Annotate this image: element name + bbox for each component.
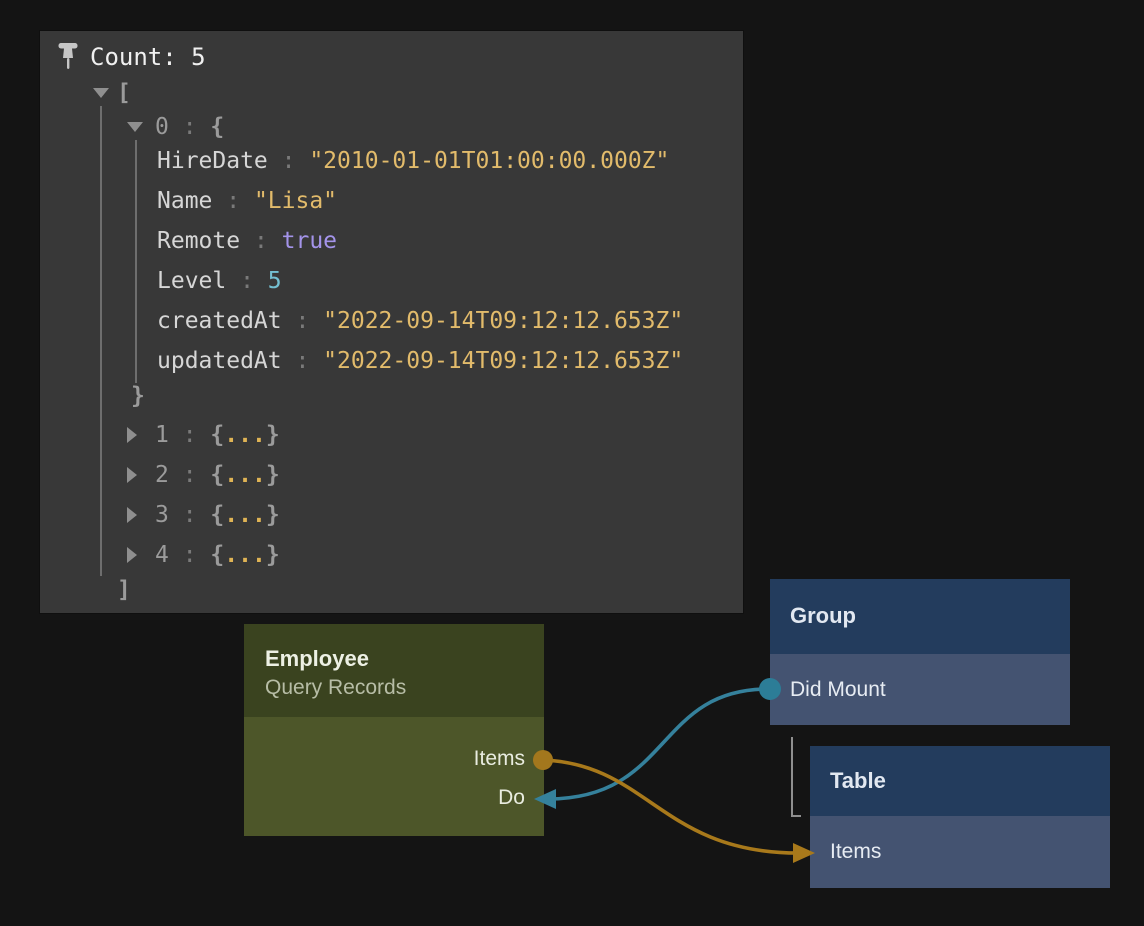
tree-segment-punct: { (210, 422, 224, 448)
tree-row-collapsed-object[interactable]: 3 : {...} (155, 501, 280, 529)
tree-segment-punct: } (266, 502, 280, 528)
tree-segment-punct: } (131, 383, 145, 409)
tree-segment-key: Remote (157, 228, 240, 254)
employee-do-input[interactable]: Do (498, 786, 525, 810)
node-group[interactable]: Group Did Mount (770, 579, 1070, 725)
tree-segment-index: 2 (155, 462, 169, 488)
table-node-body: Items (810, 816, 1110, 888)
tree-segment-colon: : (169, 422, 211, 448)
node-canvas[interactable]: Count: 5 [0 : { HireDate : "2010-01-01T01… (0, 0, 1144, 926)
node-table[interactable]: Table Items (810, 746, 1110, 888)
tree-segment-index: 4 (155, 542, 169, 568)
group-node-header: Group (770, 579, 1070, 654)
tree-segment-punct: { (210, 502, 224, 528)
tree-row-collapsed-object[interactable]: 4 : {...} (155, 541, 280, 569)
tree-row-property: Name : "Lisa" (157, 187, 337, 215)
tree-segment-string: "2022-09-14T09:12:12.653Z" (323, 308, 683, 334)
tree-row-collapsed-object[interactable]: 2 : {...} (155, 461, 280, 489)
employee-node-header: Employee Query Records (244, 624, 544, 717)
tree-indent-guide (100, 106, 102, 576)
tree-segment-key: HireDate (157, 148, 268, 174)
table-node-title: Table (830, 768, 886, 794)
table-node-header: Table (810, 746, 1110, 816)
expand-triangle-icon[interactable] (127, 507, 137, 523)
tree-segment-colon: : (169, 462, 211, 488)
collapse-triangle-icon[interactable] (127, 122, 143, 132)
connection-did-mount-to-do[interactable] (548, 689, 770, 799)
tree-segment-colon: : (240, 228, 282, 254)
node-employee-query-records[interactable]: Employee Query Records Items Do (244, 624, 544, 836)
tree-segment-colon: : (282, 348, 324, 374)
group-node-body: Did Mount (770, 654, 1070, 725)
tree-segment-punct: { (210, 114, 224, 140)
tree-segment-colon: : (212, 188, 254, 214)
tree-segment-index: 3 (155, 502, 169, 528)
tree-row-property: updatedAt : "2022-09-14T09:12:12.653Z" (157, 347, 683, 375)
tree-segment-punct: } (266, 422, 280, 448)
tree-segment-bool: true (282, 228, 337, 254)
employee-node-title: Employee (265, 646, 369, 672)
tree-row-property: Level : 5 (157, 267, 282, 295)
tree-segment-dots: ... (224, 542, 266, 568)
tree-indent-guide (135, 140, 137, 383)
inspector-count-label: Count: 5 (90, 42, 206, 72)
tree-row-property: Remote : true (157, 227, 337, 255)
tree-segment-punct: } (266, 542, 280, 568)
tree-segment-key: Name (157, 188, 212, 214)
tree-segment-dots: ... (224, 422, 266, 448)
expand-triangle-icon[interactable] (127, 427, 137, 443)
tree-segment-dots: ... (224, 462, 266, 488)
tree-segment-key: createdAt (157, 308, 282, 334)
tree-segment-index: 1 (155, 422, 169, 448)
employee-items-output[interactable]: Items (474, 747, 525, 771)
tree-segment-colon: : (169, 114, 211, 140)
tree-row-open-object[interactable]: 0 : { (155, 113, 224, 141)
tree-segment-punct: ] (117, 577, 131, 603)
expand-triangle-icon[interactable] (127, 467, 137, 483)
tree-segment-punct: } (266, 462, 280, 488)
tree-row-close-array: ] (117, 576, 131, 604)
data-inspector-panel: Count: 5 [0 : { HireDate : "2010-01-01T01… (40, 31, 743, 613)
tree-segment-num: 5 (268, 268, 282, 294)
employee-node-body: Items Do (244, 717, 544, 836)
group-table-hierarchy-line (792, 737, 801, 816)
tree-segment-key: Level (157, 268, 226, 294)
group-did-mount-output[interactable]: Did Mount (790, 678, 886, 702)
tree-row-collapsed-object[interactable]: 1 : {...} (155, 421, 280, 449)
tree-segment-colon: : (268, 148, 310, 174)
tree-segment-string: "2022-09-14T09:12:12.653Z" (323, 348, 683, 374)
tree-segment-colon: : (282, 308, 324, 334)
tree-row-close-object: } (131, 382, 145, 410)
tree-segment-key: updatedAt (157, 348, 282, 374)
employee-node-subtitle: Query Records (265, 676, 406, 700)
tree-segment-string: "2010-01-01T01:00:00.000Z" (309, 148, 669, 174)
pushpin-icon[interactable] (57, 42, 79, 72)
tree-segment-punct: { (210, 542, 224, 568)
connection-items-to-items[interactable] (543, 760, 798, 853)
collapse-triangle-icon[interactable] (93, 88, 109, 98)
table-items-input[interactable]: Items (830, 840, 881, 864)
tree-segment-colon: : (169, 542, 211, 568)
tree-row-property: createdAt : "2022-09-14T09:12:12.653Z" (157, 307, 683, 335)
tree-segment-colon: : (169, 502, 211, 528)
tree-row-property: HireDate : "2010-01-01T01:00:00.000Z" (157, 147, 669, 175)
tree-segment-punct: { (210, 462, 224, 488)
tree-segment-colon: : (226, 268, 268, 294)
expand-triangle-icon[interactable] (127, 547, 137, 563)
tree-segment-string: "Lisa" (254, 188, 337, 214)
tree-segment-index: 0 (155, 114, 169, 140)
tree-row-open-array[interactable]: [ (117, 79, 131, 107)
tree-segment-punct: [ (117, 80, 131, 106)
group-node-title: Group (790, 603, 856, 629)
tree-segment-dots: ... (224, 502, 266, 528)
